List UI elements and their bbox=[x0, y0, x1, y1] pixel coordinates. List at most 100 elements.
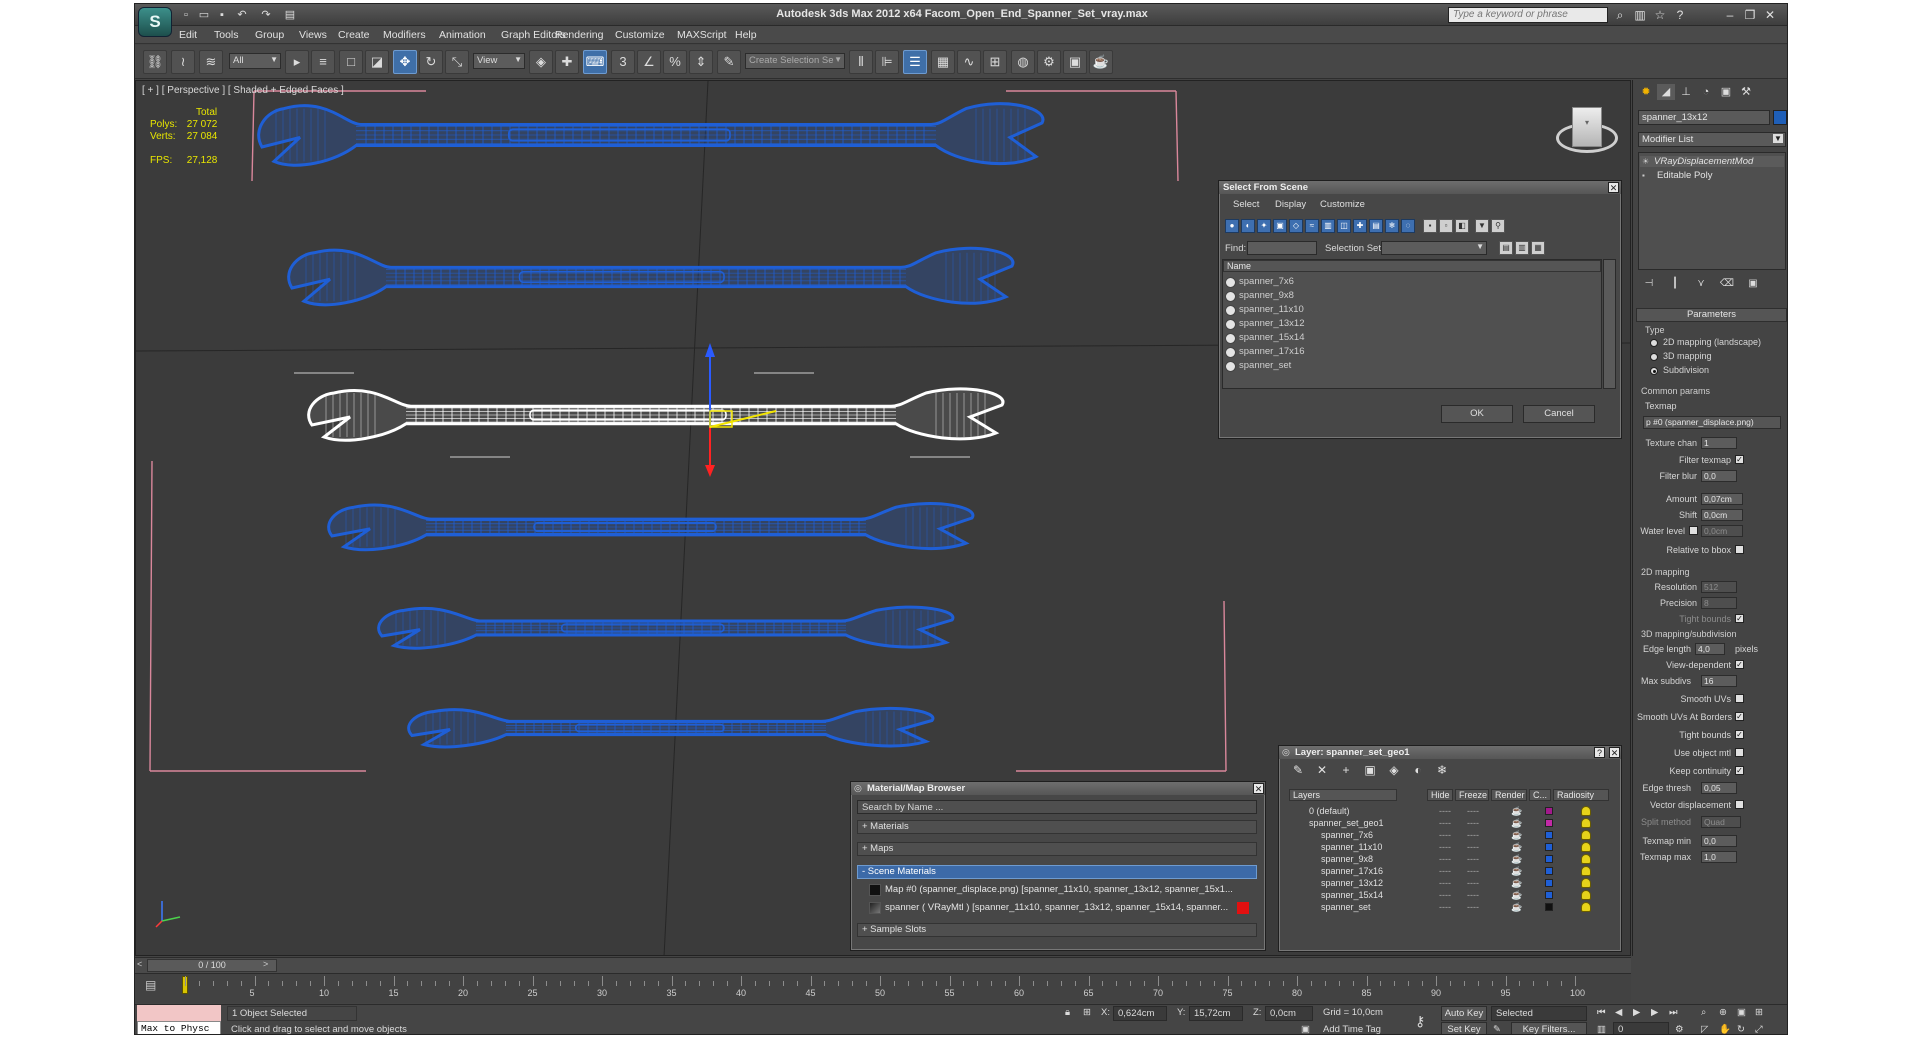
hierarchy-tab-icon[interactable]: ⊥ bbox=[1677, 84, 1695, 100]
select-and-rotate-icon[interactable]: ↻ bbox=[419, 50, 443, 74]
layer-freeze-toggle[interactable]: ---- bbox=[1467, 900, 1479, 914]
select-all-icon[interactable]: ▪ bbox=[1423, 219, 1437, 233]
use-object-mtl-checkbox[interactable]: ✓ bbox=[1735, 748, 1744, 757]
find-input[interactable] bbox=[1247, 241, 1317, 255]
water-level-spinner[interactable]: 0,0cm bbox=[1701, 525, 1743, 537]
restore-icon[interactable]: ❐ bbox=[1742, 8, 1758, 22]
add-to-layer-icon[interactable]: + bbox=[1337, 762, 1355, 779]
close-icon[interactable]: ✕ bbox=[1608, 182, 1619, 193]
absolute-mode-icon[interactable]: ⊞ bbox=[1083, 1007, 1091, 1018]
vector-displacement-checkbox[interactable]: ✓ bbox=[1735, 800, 1744, 809]
field-of-view-icon[interactable]: ◸ bbox=[1701, 1024, 1708, 1034]
select-from-scene-title[interactable]: Select From Scene bbox=[1219, 181, 1621, 194]
angle-snap-icon[interactable]: ∠ bbox=[637, 50, 661, 74]
column-radiosity[interactable]: Radiosity bbox=[1553, 789, 1609, 801]
type-radio-2d[interactable] bbox=[1650, 339, 1658, 347]
sfs-menu-display[interactable]: Display bbox=[1275, 199, 1306, 210]
zoom-icon[interactable]: ⌕ bbox=[1701, 1007, 1706, 1018]
edit-named-selection-icon[interactable]: ✎ bbox=[717, 50, 741, 74]
texture-chan-spinner[interactable]: 1 bbox=[1701, 437, 1737, 449]
select-none-icon[interactable]: ▫ bbox=[1439, 219, 1453, 233]
make-unique-icon[interactable]: ⋎ bbox=[1692, 275, 1710, 292]
viewport-label[interactable]: [ + ] [ Perspective ] [ Shaded + Edged F… bbox=[142, 85, 344, 96]
create-tab-icon[interactable]: ✹ bbox=[1637, 84, 1655, 100]
texmap-button[interactable]: p #0 (spanner_displace.png) bbox=[1643, 416, 1781, 429]
maxscript-listener-input[interactable] bbox=[137, 1005, 221, 1021]
select-object-icon[interactable]: ▸ bbox=[285, 50, 309, 74]
layer-row[interactable]: spanner_set ---- ---- ☕ bbox=[1289, 900, 1621, 914]
expand-icon[interactable]: ▪ bbox=[1642, 171, 1645, 180]
search-input[interactable]: Type a keyword or phrase bbox=[1448, 7, 1608, 23]
set-key-button[interactable]: Set Key bbox=[1441, 1022, 1487, 1034]
next-frame-icon[interactable]: ▶ bbox=[1651, 1007, 1658, 1018]
mini-curve-editor-icon[interactable]: ▤ bbox=[145, 978, 156, 992]
list-item[interactable]: spanner_13x12 bbox=[1222, 317, 1602, 331]
list-item[interactable]: spanner_set bbox=[1222, 359, 1602, 373]
rendered-frame-window-icon[interactable]: ▣ bbox=[1063, 50, 1087, 74]
render-setup-icon[interactable]: ⚙ bbox=[1037, 50, 1061, 74]
add-to-set-icon[interactable]: ▥ bbox=[1515, 241, 1529, 255]
select-by-name-icon[interactable]: ≡ bbox=[311, 50, 335, 74]
set-key-icon[interactable]: ✎ bbox=[1493, 1024, 1501, 1034]
split-method-dropdown[interactable]: Quad bbox=[1701, 816, 1741, 828]
menu-views[interactable]: Views bbox=[299, 29, 327, 41]
orbit-icon[interactable]: ↻ bbox=[1737, 1024, 1745, 1034]
z-coord-field[interactable]: 0,0cm bbox=[1265, 1006, 1313, 1021]
type-option-3d[interactable]: 3D mapping bbox=[1663, 351, 1712, 361]
named-selection-sets-dropdown[interactable]: Create Selection Se ▼ bbox=[745, 53, 845, 69]
hide-all-layers-icon[interactable]: ◐ bbox=[1409, 762, 1427, 779]
filter-options-icon[interactable]: ⚲ bbox=[1491, 219, 1505, 233]
select-manipulate-icon[interactable]: ✚ bbox=[555, 50, 579, 74]
schematic-view-icon[interactable]: ⊞ bbox=[983, 50, 1007, 74]
pan-icon[interactable]: ✋ bbox=[1719, 1024, 1731, 1034]
column-header-name[interactable]: Name bbox=[1223, 260, 1601, 272]
percent-snap-icon[interactable]: % bbox=[663, 50, 687, 74]
display-frozen-icon[interactable]: ❄ bbox=[1385, 219, 1399, 233]
section-sample-slots[interactable]: + Sample Slots bbox=[857, 923, 1257, 937]
display-containers-icon[interactable]: ▤ bbox=[1369, 219, 1383, 233]
filter-blur-spinner[interactable]: 0,0 bbox=[1701, 470, 1737, 482]
app-logo-icon[interactable]: S bbox=[138, 7, 172, 37]
create-set-icon[interactable]: ▤ bbox=[1499, 241, 1513, 255]
current-frame-field[interactable]: 0 bbox=[1613, 1022, 1669, 1034]
material-browser-title[interactable]: Material/Map Browser bbox=[851, 782, 1265, 795]
close-icon[interactable]: ✕ bbox=[1762, 8, 1778, 22]
list-item[interactable]: spanner_11x10 bbox=[1222, 303, 1602, 317]
display-bones-icon[interactable]: ✚ bbox=[1353, 219, 1367, 233]
scene-material-item[interactable]: spanner ( VRayMtl ) [spanner_11x10, span… bbox=[867, 900, 1252, 916]
close-icon[interactable]: ✕ bbox=[1253, 783, 1264, 794]
menu-create[interactable]: Create bbox=[338, 29, 370, 41]
select-invert-icon[interactable]: ◧ bbox=[1455, 219, 1469, 233]
time-tag-icon[interactable]: ▣ bbox=[1301, 1024, 1310, 1034]
smooth-uvs-checkbox[interactable]: ✓ bbox=[1735, 694, 1744, 703]
time-slider-prev-icon[interactable]: < bbox=[137, 959, 142, 969]
selection-filter-dropdown[interactable]: All ▼ bbox=[229, 53, 281, 69]
texmap-max-spinner[interactable]: 1,0 bbox=[1701, 851, 1737, 863]
key-mode-icon[interactable]: ▥ bbox=[1597, 1024, 1606, 1034]
section-scene-materials[interactable]: - Scene Materials bbox=[857, 865, 1257, 879]
display-hidden-icon[interactable]: ◌ bbox=[1401, 219, 1415, 233]
lightbulb-icon[interactable]: ☀ bbox=[1642, 157, 1649, 166]
layer-hide-toggle[interactable]: ---- bbox=[1439, 900, 1451, 914]
scene-material-item[interactable]: Map #0 (spanner_displace.png) [spanner_1… bbox=[867, 882, 1252, 898]
radiosity-icon[interactable] bbox=[1581, 830, 1591, 840]
material-search-input[interactable]: Search by Name ... bbox=[857, 800, 1257, 814]
texmap-min-spinner[interactable]: 0,0 bbox=[1701, 835, 1737, 847]
configure-modifier-sets-icon[interactable]: ▣ bbox=[1744, 275, 1762, 292]
layer-color-swatch[interactable] bbox=[1545, 891, 1553, 899]
layer-color-swatch[interactable] bbox=[1545, 867, 1553, 875]
spanner-wireframe[interactable] bbox=[287, 246, 1015, 307]
close-icon[interactable]: ✕ bbox=[1609, 747, 1620, 758]
bind-space-warp-icon[interactable]: ≋ bbox=[199, 50, 223, 74]
binoculars-icon[interactable]: ⌕ bbox=[1612, 8, 1628, 22]
spanner-wireframe[interactable] bbox=[293, 372, 1051, 458]
curve-editor-icon[interactable]: ∿ bbox=[957, 50, 981, 74]
modifier-list-dropdown[interactable]: Modifier List ▼ bbox=[1638, 132, 1786, 147]
column-hide[interactable]: Hide bbox=[1427, 789, 1453, 801]
y-coord-field[interactable]: 15,72cm bbox=[1189, 1006, 1243, 1021]
radiosity-icon[interactable] bbox=[1581, 890, 1591, 900]
type-radio-subdivision[interactable] bbox=[1650, 367, 1658, 375]
delete-layer-icon[interactable]: ✕ bbox=[1313, 762, 1331, 779]
material-editor-icon[interactable]: ◍ bbox=[1011, 50, 1035, 74]
display-lights-icon[interactable]: ✦ bbox=[1257, 219, 1271, 233]
